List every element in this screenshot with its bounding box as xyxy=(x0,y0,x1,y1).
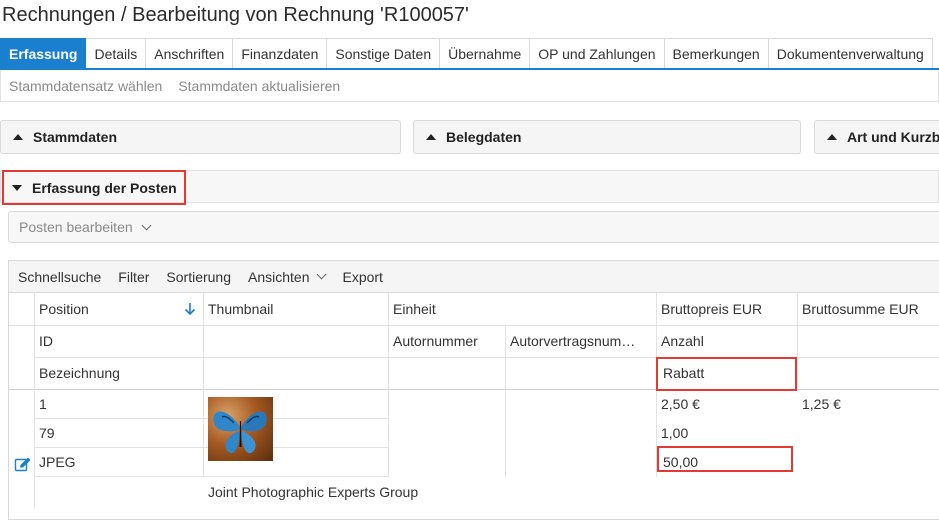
cell-bruttosumme[interactable]: 1,25 € xyxy=(798,389,939,420)
cell-anzahl[interactable]: 1,00 xyxy=(657,418,797,449)
column-header-position[interactable]: Position xyxy=(35,294,203,325)
panel-stammdaten[interactable]: Stammdaten xyxy=(0,120,401,154)
tab-op-und-zahlungen[interactable]: OP und Zahlungen xyxy=(530,38,665,68)
tab-erfassung[interactable]: Erfassung xyxy=(0,38,87,68)
posten-bearbeiten-dropdown[interactable]: Posten bearbeiten xyxy=(8,211,939,243)
column-header-bruttosumme[interactable]: Bruttosumme EUR xyxy=(798,294,939,325)
quicksearch-button[interactable]: Schnellsuche xyxy=(9,269,109,285)
panel-belegdaten-label: Belegdaten xyxy=(446,129,522,145)
grid-toolbar: Schnellsuche Filter Sortierung Ansichten… xyxy=(9,261,939,293)
tab-uebernahme[interactable]: Übernahme xyxy=(440,38,531,68)
page-title: Rechnungen / Bearbeitung von Rechnung 'R… xyxy=(2,4,469,26)
panel-art-und-kurzbeschreibung[interactable]: Art und Kurzbe xyxy=(814,120,939,154)
section-erfassung-der-posten[interactable]: Erfassung der Posten xyxy=(2,170,186,205)
views-label: Ansichten xyxy=(248,268,310,285)
triangle-up-icon xyxy=(426,134,436,140)
arrow-down-icon[interactable] xyxy=(184,302,196,316)
column-header-bezeichnung[interactable]: Bezeichnung xyxy=(35,358,203,389)
tab-anschriften[interactable]: Anschriften xyxy=(146,38,234,68)
highlight-box xyxy=(657,446,793,472)
section-title: Erfassung der Posten xyxy=(32,179,177,196)
filter-button[interactable]: Filter xyxy=(109,269,157,285)
cell-bezeichnung[interactable]: JPEG xyxy=(35,447,203,478)
column-header-bruttopreis[interactable]: Bruttopreis EUR xyxy=(657,294,797,325)
cell-bruttopreis[interactable]: 2,50 € xyxy=(657,389,797,420)
update-master-data-link[interactable]: Stammdaten aktualisieren xyxy=(170,78,348,94)
column-header-position-label: Position xyxy=(39,301,89,317)
action-bar: Stammdatensatz wählen Stammdaten aktuali… xyxy=(0,70,939,102)
column-header-autornummer[interactable]: Autornummer xyxy=(389,326,505,357)
select-master-record-link[interactable]: Stammdatensatz wählen xyxy=(1,78,170,94)
cell-id[interactable]: 79 xyxy=(35,418,203,449)
tab-bar: Erfassung Details Anschriften Finanzdate… xyxy=(0,38,939,70)
tab-bemerkungen[interactable]: Bemerkungen xyxy=(664,38,769,68)
butterfly-thumbnail[interactable] xyxy=(208,397,273,461)
triangle-down-icon xyxy=(12,184,22,191)
column-header-thumbnail[interactable]: Thumbnail xyxy=(204,294,388,325)
column-header-einheit[interactable]: Einheit xyxy=(389,294,656,325)
edit-pencil-icon[interactable] xyxy=(14,456,32,473)
cell-description: Joint Photographic Experts Group xyxy=(208,484,419,500)
cell-position[interactable]: 1 xyxy=(35,389,203,420)
posten-dropdown-label: Posten bearbeiten xyxy=(19,219,133,235)
triangle-up-icon xyxy=(13,134,23,140)
views-dropdown[interactable]: Ansichten xyxy=(239,269,333,285)
tab-finanzdaten[interactable]: Finanzdaten xyxy=(233,38,328,68)
tab-sonstige-daten[interactable]: Sonstige Daten xyxy=(327,38,441,68)
highlight-box xyxy=(656,357,797,391)
column-header-anzahl[interactable]: Anzahl xyxy=(657,326,797,357)
tab-details[interactable]: Details xyxy=(86,38,147,68)
panel-art-label: Art und Kurzbe xyxy=(847,129,939,145)
panel-stammdaten-label: Stammdaten xyxy=(33,129,118,145)
triangle-up-icon xyxy=(827,134,837,140)
tab-dokumentenverwaltung[interactable]: Dokumentenverwaltung xyxy=(768,38,933,68)
column-header-id[interactable]: ID xyxy=(35,326,203,357)
export-button[interactable]: Export xyxy=(333,269,390,285)
sort-button[interactable]: Sortierung xyxy=(157,269,239,285)
butterfly-image xyxy=(213,411,267,454)
column-header-autorvertragsnummer[interactable]: Autorvertragsnum… xyxy=(506,326,654,357)
chevron-down-icon xyxy=(141,220,152,230)
panel-belegdaten[interactable]: Belegdaten xyxy=(413,120,801,154)
chevron-down-icon xyxy=(317,269,327,280)
